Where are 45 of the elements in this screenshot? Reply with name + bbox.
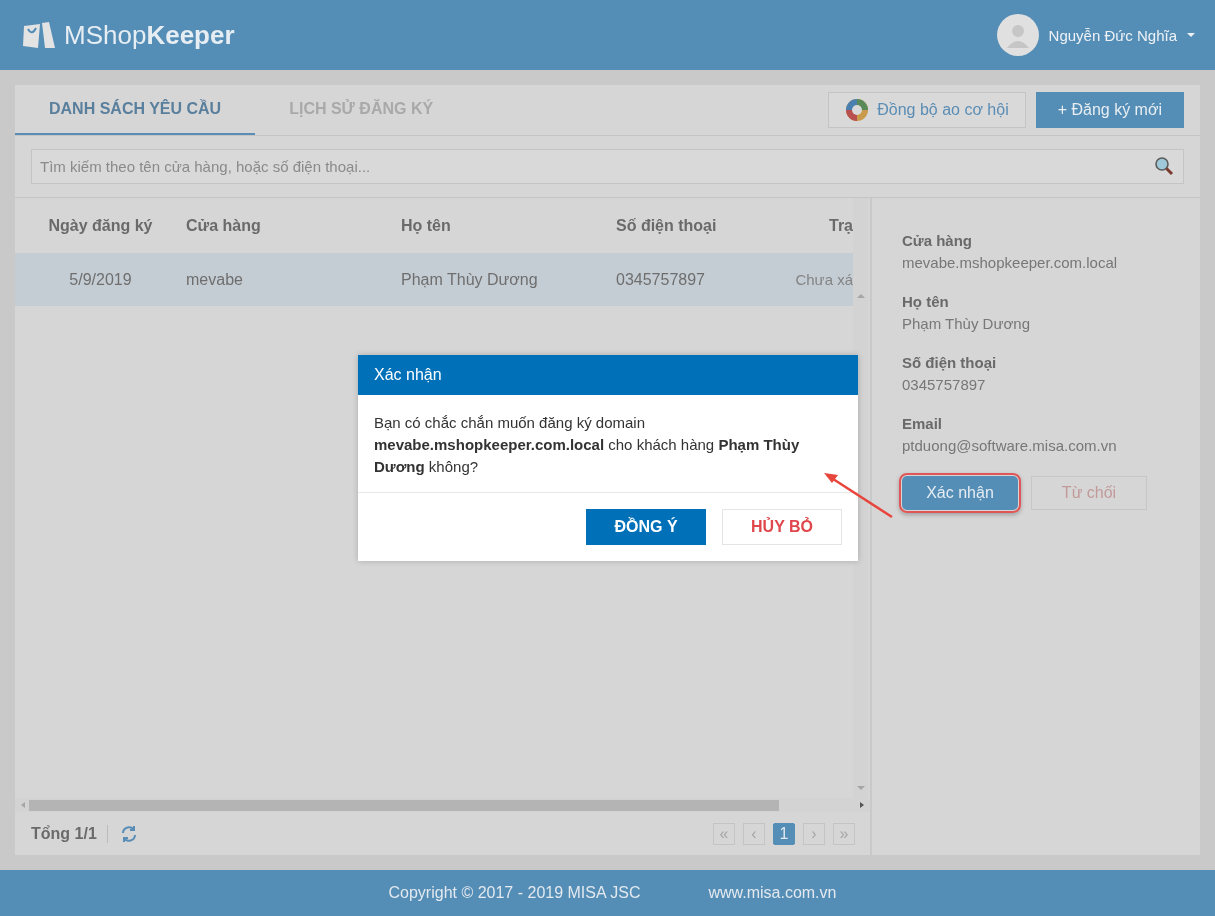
avatar-icon [996,14,1039,56]
user-name-menu[interactable]: Nguyễn Đức Nghĩa [1048,26,1177,44]
table-cell-text: 0345757897 [616,270,706,289]
shopping-bag-icon [22,20,56,50]
search-icon[interactable] [1154,156,1174,176]
tab[interactable]: DANH SÁCH YÊU CẦU [15,85,256,135]
field-value: Phạm Thùy Dương [902,315,1031,332]
previous-page-button[interactable]: ‹ [743,822,765,845]
dialog-title: Xác nhận [358,355,858,395]
field-label: Số điện thoại [902,354,998,371]
column-header: Số điện thoại [616,216,718,235]
total-count: Tổng 1/1 [31,824,108,843]
field-value: ptduong@software.misa.com.vn [902,437,1118,454]
last-page-button[interactable]: » [833,822,855,845]
agree-button[interactable]: ĐỒNG Ý [586,509,706,545]
reject-button[interactable]: Từ chối [1031,476,1147,510]
cancel-button[interactable]: HỦY BỎ [722,509,842,545]
copyright-text: Copyright © 2017 - 2019 MISA JSC [388,884,641,902]
next-page-button[interactable]: › [803,822,825,845]
column-header: Ngày đăng ký [47,216,154,235]
page-button[interactable]: 1 [773,822,795,845]
new-registration-button[interactable]: + Đăng ký mới [1035,92,1184,128]
refresh-icon[interactable] [119,824,138,843]
field-label: Email [902,415,944,432]
table-cell-text: Phạm Thùy Dương [401,270,539,289]
field-value: 0345757897 [902,376,987,393]
column-header: Họ tên [401,216,452,235]
sync-button[interactable]: Đồng bộ ao cơ hội [828,92,1026,128]
website-link[interactable]: www.misa.com.vn [708,884,837,902]
table-cell-text: 5/9/2019 [68,270,133,289]
first-page-button[interactable]: « [713,822,735,845]
annotation-arrow [824,473,893,519]
confirm-button[interactable]: Xác nhận [902,476,1018,510]
caret-icon[interactable] [1187,33,1195,37]
field-label: Họ tên [902,293,950,310]
column-header: Trạ [828,216,853,235]
table-cell-text: Chưa xá [794,271,853,288]
table-row[interactable]: 5/9/2019 mevabe Phạm Thùy Dương 0345757897 Chưa xá [15,253,853,306]
colorful-circle-icon [845,98,870,122]
app-logo-text: MShopKeeper [64,19,235,51]
field-value: mevabe.mshopkeeper.com.local [902,254,1119,271]
field-label: Cửa hàng [902,232,974,249]
column-header: Cửa hàng [186,216,262,235]
table-cell-text: mevabe [186,270,244,289]
search-field[interactable]: Tìm kiếm theo tên cửa hàng, hoặc số điện thoại... [31,149,1184,184]
